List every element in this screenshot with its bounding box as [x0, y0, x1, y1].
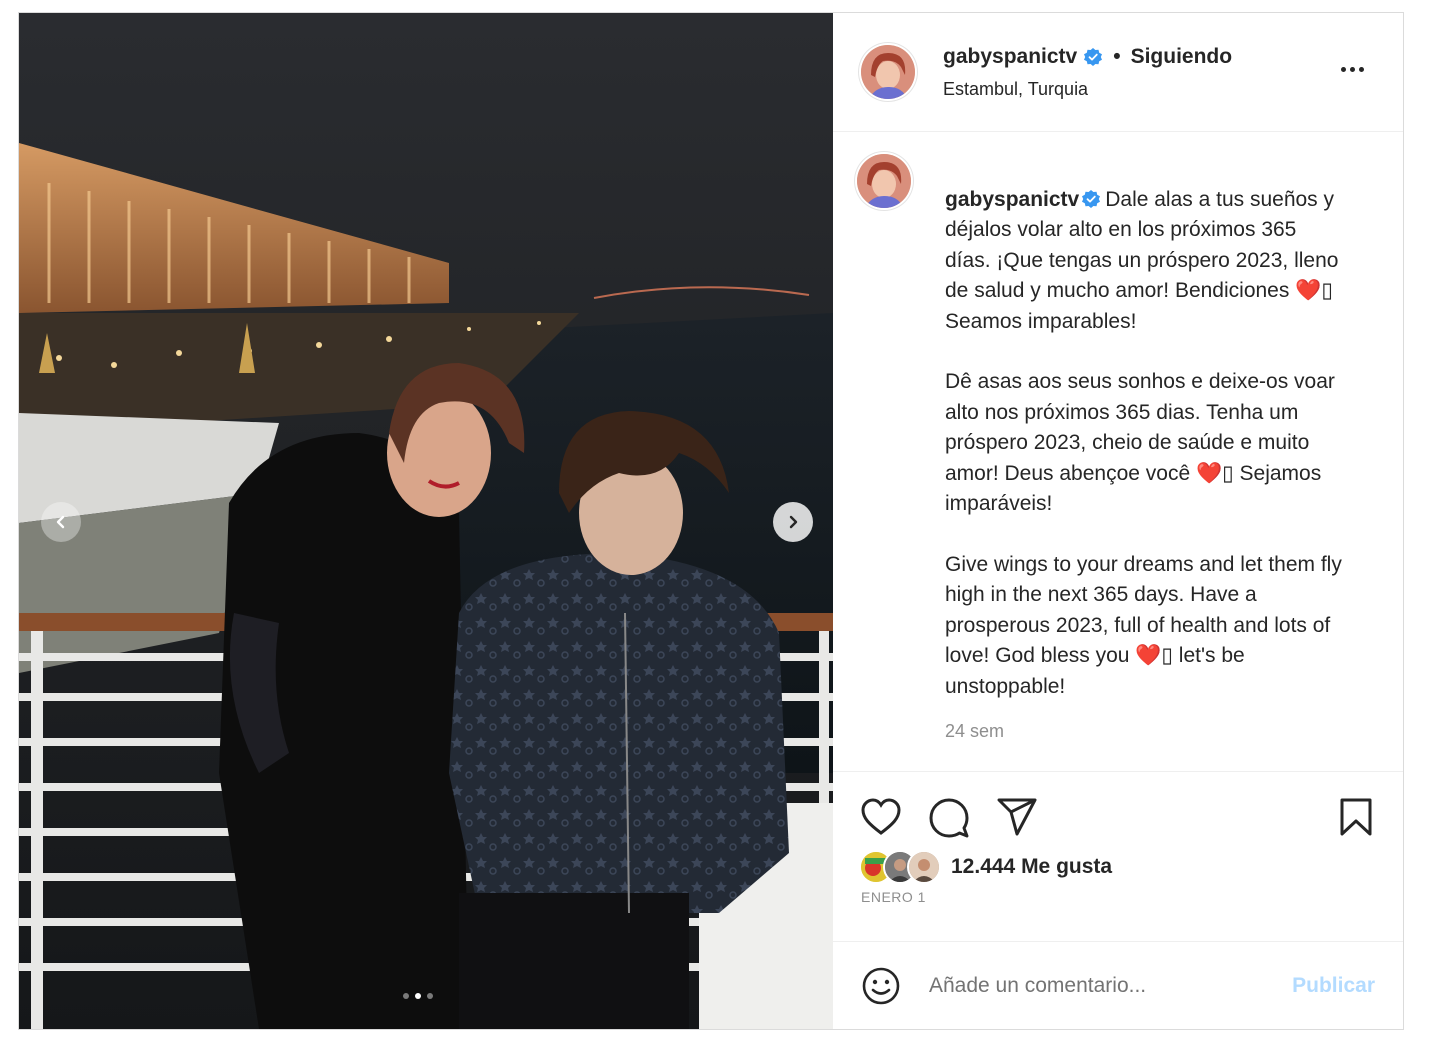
post-photo — [19, 13, 833, 1029]
comment-icon[interactable] — [929, 798, 969, 838]
following-button[interactable]: Siguiendo — [1131, 45, 1233, 69]
carousel-dot — [403, 993, 409, 999]
caption-avatar[interactable] — [857, 154, 911, 208]
comment-input[interactable] — [927, 972, 1271, 999]
avatar-image — [857, 154, 911, 208]
carousel-prev-button[interactable] — [41, 502, 81, 542]
avatar-image — [861, 45, 915, 99]
liker-avatar — [907, 850, 941, 884]
more-dot — [1359, 66, 1364, 72]
carousel-indicator — [403, 993, 433, 999]
post-header: gabyspanictv • Siguiendo Estambul, Turqu… — [833, 13, 1403, 132]
comment-box: Publicar — [833, 941, 1403, 1029]
post-time-ago[interactable]: 24 sem — [945, 716, 1345, 747]
verified-badge-icon — [1084, 47, 1103, 66]
post-actions: 12.444 Me gusta ENERO 1 — [833, 771, 1403, 941]
publish-button[interactable]: Publicar — [1292, 974, 1375, 998]
caption-area: gabyspanictv Dale alas a tus sueños y dé… — [833, 132, 1403, 771]
more-dot — [1350, 66, 1355, 72]
likes-count[interactable]: 12.444 Me gusta — [951, 855, 1112, 879]
carousel-dot-active — [415, 993, 421, 999]
chevron-left-icon — [56, 515, 65, 529]
more-horizontal-icon — [1341, 66, 1346, 72]
verified-badge-icon — [1082, 189, 1101, 208]
post-media[interactable] — [19, 13, 833, 1029]
bookmark-icon[interactable] — [1339, 798, 1373, 836]
carousel-next-button[interactable] — [773, 502, 813, 542]
chevron-right-icon — [789, 515, 798, 529]
post-side-panel: gabyspanictv • Siguiendo Estambul, Turqu… — [833, 13, 1403, 1029]
separator-dot: • — [1113, 44, 1121, 68]
more-options-button[interactable] — [1341, 59, 1371, 79]
avatar[interactable] — [861, 45, 915, 99]
post-date: ENERO 1 — [861, 889, 926, 905]
share-icon[interactable] — [997, 798, 1037, 836]
location-link[interactable]: Estambul, Turquia — [943, 79, 1232, 100]
likes-summary[interactable]: 12.444 Me gusta — [859, 850, 1112, 884]
caption-text: gabyspanictv Dale alas a tus sueños y dé… — [945, 154, 1345, 747]
caption-username[interactable]: gabyspanictv — [945, 188, 1079, 211]
caption-paragraph-pt: Dê asas aos seus sonhos e deixe-os voar … — [945, 370, 1335, 515]
emoji-icon[interactable] — [861, 966, 901, 1006]
caption-paragraph-en: Give wings to your dreams and let them f… — [945, 552, 1342, 698]
instagram-post: gabyspanictv • Siguiendo Estambul, Turqu… — [18, 12, 1404, 1030]
heart-icon[interactable] — [861, 798, 901, 836]
carousel-dot — [427, 993, 433, 999]
username-link[interactable]: gabyspanictv — [943, 45, 1077, 69]
